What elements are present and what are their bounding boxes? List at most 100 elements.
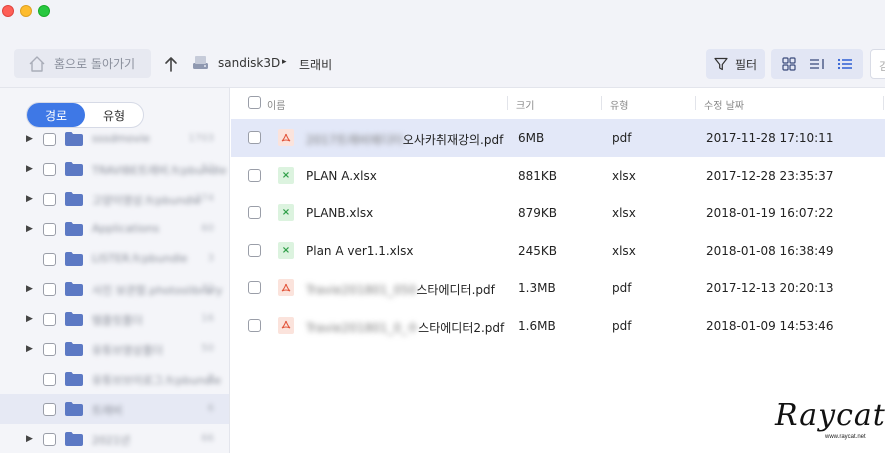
file-row[interactable]: × PLANB.xlsx 879KB xlsx 2018-01-19 16:07:22 [231, 194, 885, 232]
column-view-button[interactable] [805, 52, 829, 76]
file-name-redacted: 2017트래비에디터 [306, 133, 403, 147]
file-modified-date: 2018-01-09 14:53:46 [706, 318, 834, 333]
column-header-name[interactable]: 이름 [267, 97, 285, 112]
sidebar-folder-item[interactable]: 유튜브브이로그.fcpbundle 2 [0, 364, 229, 394]
list-view-icon [837, 58, 852, 70]
file-checkbox[interactable] [248, 168, 261, 182]
folder-checkbox[interactable] [43, 163, 56, 176]
file-size: 245KB [518, 243, 558, 258]
grid-view-button[interactable] [777, 52, 801, 76]
file-row[interactable]: × Plan A ver1.1.xlsx 245KB xlsx 2018-01-08 1… [231, 232, 885, 270]
folder-name: 유튜브브이로그.fcpbundle [92, 374, 221, 387]
folder-checkbox[interactable] [43, 223, 56, 236]
folder-count: 66 [201, 433, 214, 444]
file-type: pdf [612, 131, 632, 145]
list-view-button[interactable] [833, 52, 857, 76]
home-icon [29, 55, 45, 72]
file-checkbox[interactable] [248, 318, 261, 332]
breadcrumb-current[interactable]: 트래비 [299, 56, 332, 73]
folder-name: sssdmovie [92, 132, 150, 145]
minimize-window-button[interactable] [20, 5, 32, 17]
folder-name: 트래비 [92, 404, 123, 417]
folder-checkbox[interactable] [43, 133, 56, 146]
file-type: xlsx [612, 206, 636, 221]
sidebar-folder-item[interactable]: ▶ Applications 60 [0, 214, 229, 244]
column-divider[interactable] [695, 96, 696, 110]
file-type: xlsx [612, 243, 636, 258]
expand-arrow-icon[interactable]: ▶ [26, 434, 33, 444]
watermark-url: www.raycat.net [825, 434, 866, 440]
file-row[interactable]: Travie201801_0_수스타에디터2.pdf 1.6MB pdf 2018-0… [231, 307, 885, 345]
expand-arrow-icon[interactable]: ▶ [26, 314, 33, 324]
file-size: 881KB [518, 168, 558, 183]
column-header-type[interactable]: 유형 [610, 97, 628, 112]
sidebar-folder-item[interactable]: ▶ 템플릿폴더 16 [0, 304, 229, 334]
folder-checkbox[interactable] [43, 193, 56, 206]
column-header-size[interactable]: 크기 [516, 97, 534, 112]
expand-arrow-icon[interactable]: ▶ [26, 164, 33, 174]
up-arrow-button[interactable] [162, 53, 180, 75]
folder-count: 32 [201, 283, 214, 294]
sidebar-folder-item[interactable]: ▶ 2021년 66 [0, 424, 229, 453]
watermark-script: Raycat [775, 398, 885, 433]
folder-icon [65, 432, 83, 446]
folder-checkbox[interactable] [43, 313, 56, 326]
column-header-modified[interactable]: 수정 날짜 [704, 97, 744, 112]
file-name-text: 스타에디터2.pdf [418, 320, 505, 335]
sidebar-folder-item[interactable]: LISTER.fcpbundle 3 [0, 244, 229, 274]
expand-arrow-icon[interactable]: ▶ [26, 344, 33, 354]
folder-icon [65, 252, 83, 266]
sidebar-folder-item[interactable]: ▶ 유튜브영상폴더 50 [0, 334, 229, 364]
folder-checkbox[interactable] [43, 433, 56, 446]
expand-arrow-icon[interactable]: ▶ [26, 224, 33, 234]
sidebar-folder-item[interactable]: 트래비 6 [0, 394, 229, 424]
column-divider[interactable] [507, 96, 508, 110]
expand-arrow-icon[interactable]: ▶ [26, 194, 33, 204]
file-row[interactable]: 2017트래비에디터오사카취재강의.pdf 6MB pdf 2017-11-28 17… [231, 119, 885, 157]
folder-checkbox[interactable] [43, 373, 56, 386]
folder-checkbox[interactable] [43, 403, 56, 416]
grid-view-icon [782, 57, 796, 71]
home-button[interactable]: 홈으로 돌아가기 [14, 49, 151, 78]
file-checkbox[interactable] [248, 281, 261, 295]
filter-button[interactable]: 필터 [706, 49, 765, 79]
file-name: PLANB.xlsx [306, 206, 373, 220]
file-modified-date: 2017-12-13 20:20:13 [706, 281, 834, 296]
column-divider[interactable] [883, 96, 884, 110]
expand-arrow-icon[interactable]: ▶ [26, 134, 33, 144]
sidebar-folder-item[interactable]: ▶ 사진 보관함.photoslibrary 32 [0, 274, 229, 304]
file-modified-date: 2018-01-08 16:38:49 [706, 243, 834, 258]
close-window-button[interactable] [2, 5, 14, 17]
folder-icon [65, 162, 83, 176]
file-checkbox[interactable] [248, 206, 261, 220]
folder-checkbox[interactable] [43, 283, 56, 296]
folder-count: 52 [201, 163, 214, 174]
file-name-text: 스타에디터.pdf [416, 283, 495, 298]
file-modified-date: 2018-01-19 16:07:22 [706, 206, 834, 221]
file-row[interactable]: × PLAN A.xlsx 881KB xlsx 2017-12-28 23:35:37 [231, 157, 885, 195]
breadcrumb-drive[interactable]: sandisk3D [218, 56, 280, 70]
zoom-window-button[interactable] [38, 5, 50, 17]
folder-icon [65, 192, 83, 206]
file-checkbox[interactable] [248, 243, 261, 257]
sidebar-folder-item[interactable]: ▶ 고양이영상.fcpbundle 374 [0, 184, 229, 214]
folder-name: 유튜브영상폴더 [92, 344, 163, 357]
file-row[interactable]: Travie201801_050스타에디터.pdf 1.3MB pdf 2017-12… [231, 269, 885, 307]
folder-name: LISTER.fcpbundle [92, 252, 188, 265]
select-all-checkbox[interactable] [248, 96, 261, 109]
file-size: 1.3MB [518, 281, 556, 296]
folder-count: 16 [201, 313, 214, 324]
folder-count: 50 [201, 343, 214, 354]
file-checkbox[interactable] [248, 131, 261, 144]
file-size: 6MB [518, 131, 545, 145]
folder-icon [65, 222, 83, 236]
column-divider[interactable] [601, 96, 602, 110]
folder-checkbox[interactable] [43, 253, 56, 266]
sidebar-folder-item[interactable]: ▶ sssdmovie 1703 [0, 124, 229, 154]
file-name-text: PLANB.xlsx [306, 206, 374, 221]
expand-arrow-icon[interactable]: ▶ [26, 284, 33, 294]
folder-icon [65, 372, 83, 386]
folder-checkbox[interactable] [43, 343, 56, 356]
sidebar-folder-item[interactable]: ▶ TRAVIBE트래비.fcpbundle 52 [0, 154, 229, 184]
search-input[interactable]: 검 [870, 49, 885, 79]
